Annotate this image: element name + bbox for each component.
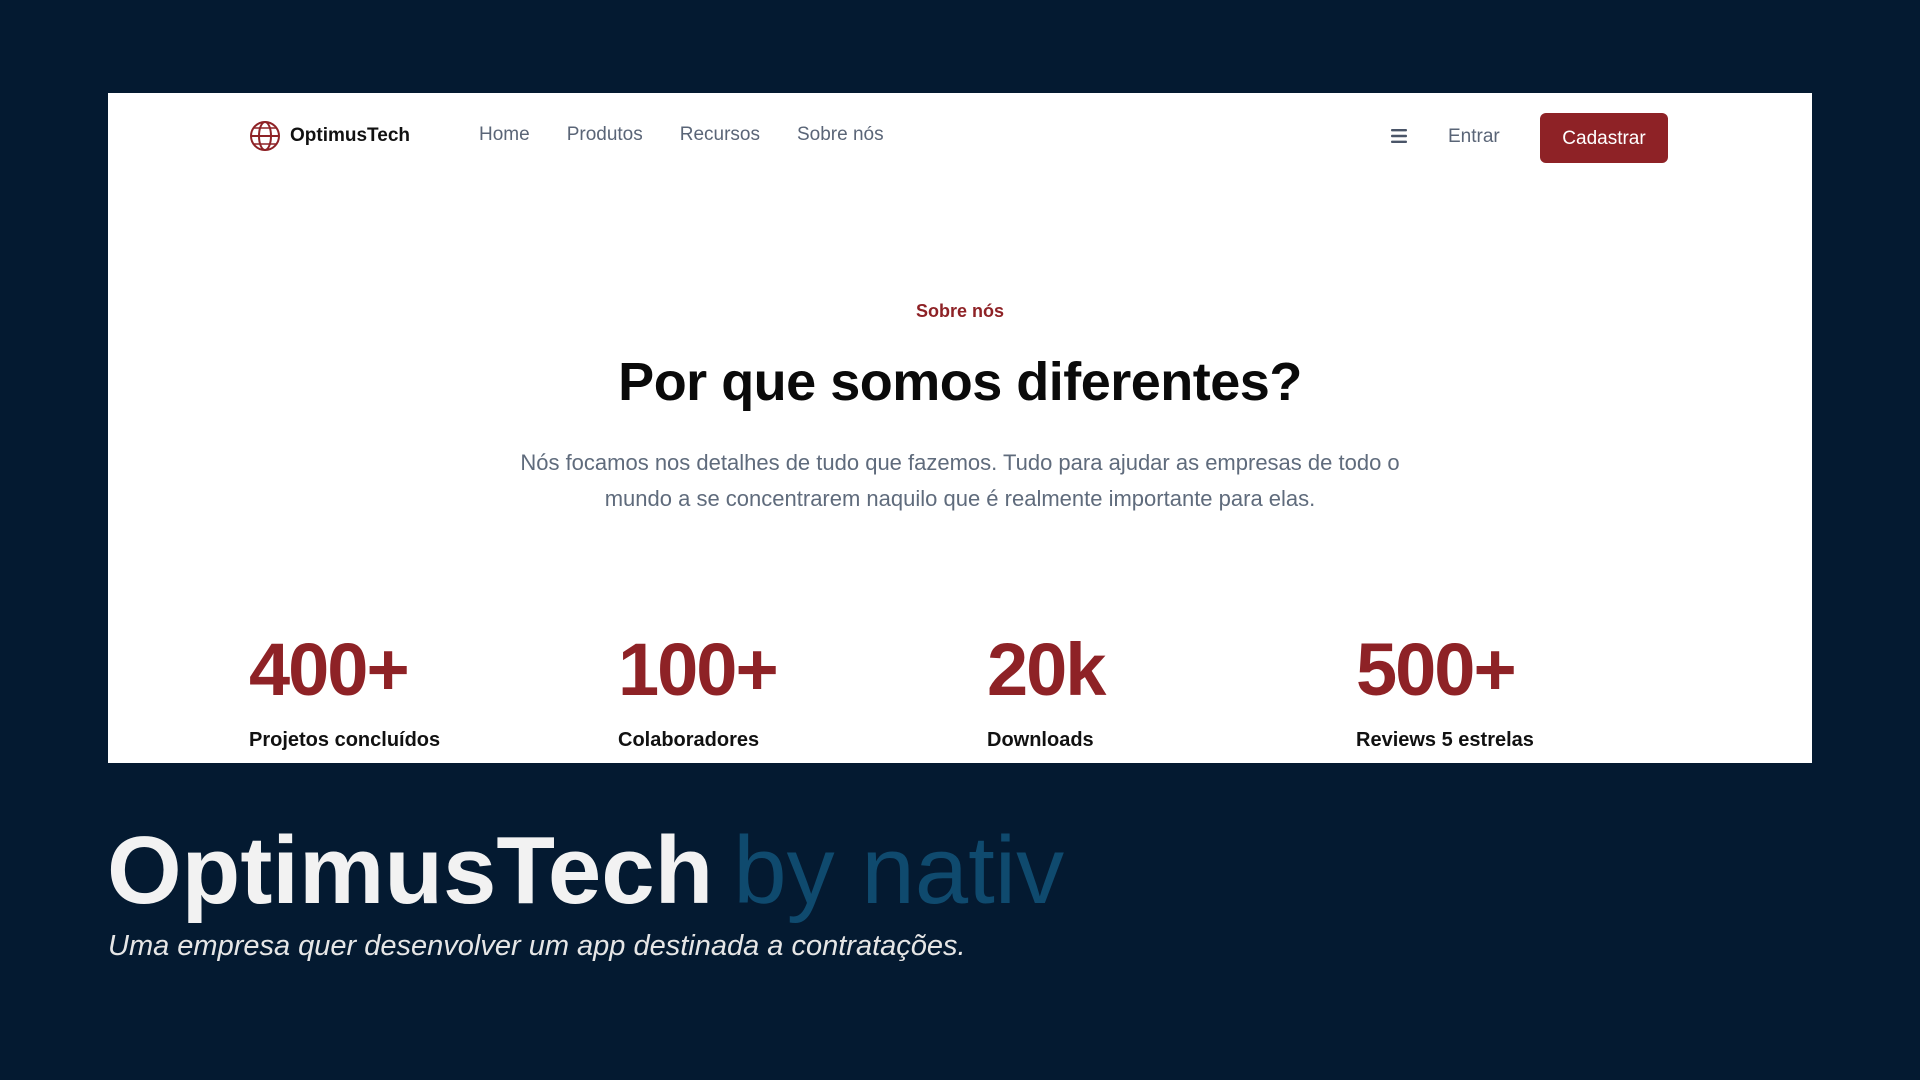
stat-reviews: 500+ Reviews 5 estrelas: [1356, 633, 1534, 752]
stat-label: Reviews 5 estrelas: [1356, 729, 1534, 751]
hamburger-menu-icon[interactable]: [1389, 128, 1409, 144]
signup-button[interactable]: Cadastrar: [1540, 113, 1668, 163]
section-eyebrow: Sobre nós: [915, 301, 1004, 321]
login-link[interactable]: Entrar: [1448, 126, 1500, 148]
brand-logo[interactable]: OptimusTech: [248, 119, 410, 153]
stat-value: 100+: [618, 628, 779, 711]
caption-subtitle: Uma empresa quer desenvolver um app dest…: [108, 930, 966, 962]
stat-label: Downloads: [987, 729, 1094, 751]
caption-brand: OptimusTech: [107, 817, 714, 924]
website-preview: OptimusTech Home Produtos Recursos Sobre…: [108, 93, 1812, 763]
stat-value: 20k: [987, 628, 1106, 711]
section-description: Nós focamos nos detalhes de tudo que faz…: [520, 450, 1400, 511]
stat-downloads: 20k Downloads: [987, 628, 1106, 752]
top-navbar: OptimusTech Home Produtos Recursos Sobre…: [108, 93, 1812, 183]
nav-link-recursos[interactable]: Recursos: [680, 124, 760, 146]
stat-label: Projetos concluídos: [249, 729, 441, 751]
stat-collaborators: 100+ Colaboradores: [618, 628, 779, 752]
globe-icon: [250, 121, 280, 151]
stat-label: Colaboradores: [618, 729, 760, 751]
nav-link-home[interactable]: Home: [479, 124, 530, 146]
stat-value: 500+: [1356, 628, 1517, 711]
nav-link-sobre-nos[interactable]: Sobre nós: [797, 124, 884, 146]
section-title: Por que somos diferentes?: [618, 352, 1302, 412]
nav-links: Home Produtos Recursos Sobre nós: [479, 124, 884, 146]
stat-projects: 400+ Projetos concluídos: [249, 633, 440, 752]
stat-value: 400+: [249, 628, 410, 711]
caption-suffix: by nativ: [733, 817, 1065, 924]
brand-name: OptimusTech: [290, 125, 410, 146]
nav-link-produtos[interactable]: Produtos: [567, 124, 643, 146]
caption-title: OptimusTech by nativ: [107, 818, 1064, 924]
